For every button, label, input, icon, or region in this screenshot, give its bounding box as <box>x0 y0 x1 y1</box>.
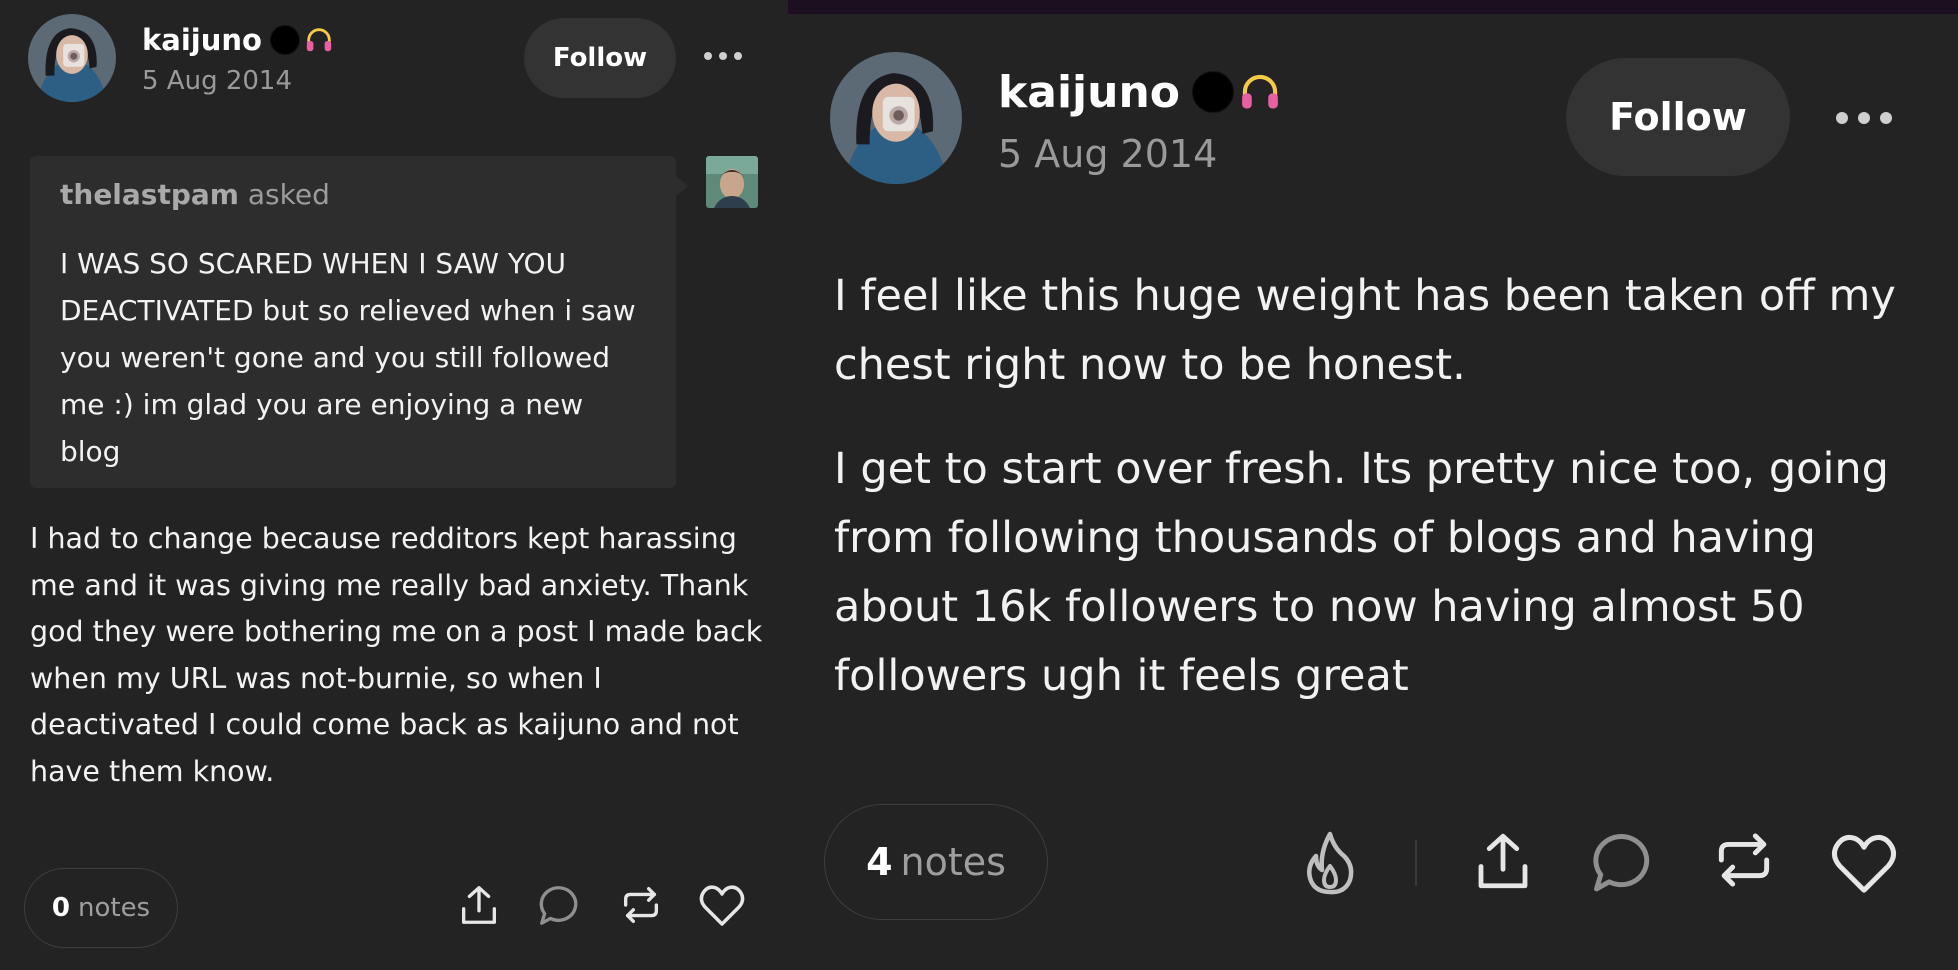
ask-box: thelastpam asked I WAS SO SCARED WHEN I … <box>30 156 688 488</box>
share-icon[interactable] <box>456 882 502 928</box>
blaze-icon[interactable] <box>1300 830 1360 896</box>
avatar[interactable] <box>28 14 116 102</box>
username[interactable]: kaijuno <box>998 64 1282 120</box>
asker-avatar[interactable] <box>706 156 758 208</box>
notes-button[interactable]: 0 notes <box>24 868 178 948</box>
top-strip <box>788 0 1958 14</box>
answer-text: I had to change because redditors kept h… <box>30 522 763 788</box>
follow-button[interactable]: Follow <box>1566 58 1790 176</box>
asker-name[interactable]: thelastpam <box>60 178 239 211</box>
status-dot-icon <box>269 25 300 55</box>
more-options-icon[interactable] <box>704 52 742 60</box>
notes-button[interactable]: 4 notes <box>824 804 1048 920</box>
notes-label: notes <box>77 893 151 923</box>
status-dot-icon <box>1192 71 1234 113</box>
username-text: kaijuno <box>142 23 262 57</box>
reply-icon[interactable] <box>536 882 582 928</box>
left-post-panel: kaijuno 5 Aug 2014 Follow thelastpam ask… <box>0 0 788 970</box>
share-icon[interactable] <box>1470 828 1536 894</box>
post-body: I feel like this huge weight has been ta… <box>834 262 1934 711</box>
like-icon[interactable] <box>698 882 746 928</box>
reblog-icon[interactable] <box>1710 826 1778 894</box>
reblog-icon[interactable] <box>618 882 664 928</box>
notes-count: 4 <box>866 840 893 884</box>
reply-icon[interactable] <box>1588 828 1656 896</box>
ask-header: thelastpam asked <box>60 178 330 211</box>
notes-label: notes <box>900 840 1006 884</box>
post-paragraph: I feel like this huge weight has been ta… <box>834 271 1896 390</box>
headphones-icon <box>1238 70 1282 114</box>
headphones-icon <box>304 25 334 55</box>
post-date: 5 Aug 2014 <box>998 132 1218 176</box>
follow-button[interactable]: Follow <box>524 18 676 98</box>
right-post-panel: kaijuno 5 Aug 2014 Follow I feel like th… <box>788 0 1958 970</box>
like-icon[interactable] <box>1828 830 1900 896</box>
more-options-icon[interactable] <box>1836 112 1892 124</box>
post-date: 5 Aug 2014 <box>142 66 293 96</box>
asked-label: asked <box>247 178 330 211</box>
notes-count: 0 <box>51 893 70 923</box>
ask-bubble-tail <box>676 176 688 196</box>
ask-question: I WAS SO SCARED WHEN I SAW YOU DEACTIVAT… <box>60 247 636 468</box>
post-paragraph: I get to start over fresh. Its pretty ni… <box>834 444 1889 701</box>
username[interactable]: kaijuno <box>142 20 334 60</box>
action-separator <box>1415 840 1417 886</box>
username-text: kaijuno <box>998 66 1180 118</box>
avatar[interactable] <box>830 52 962 184</box>
